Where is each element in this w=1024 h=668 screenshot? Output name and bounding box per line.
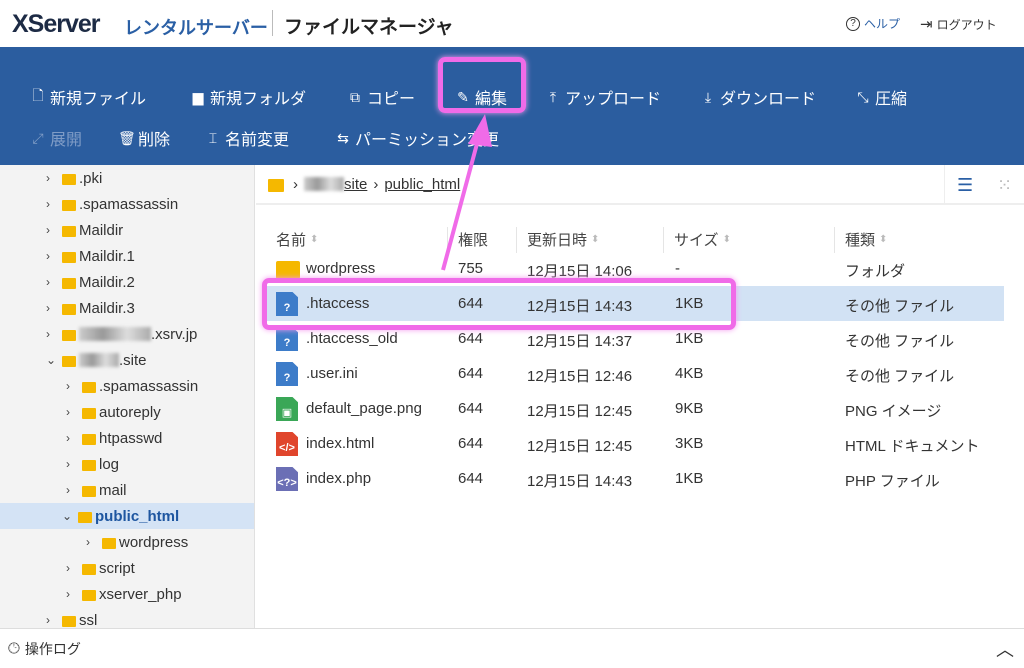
- annotation-arrow: [441, 114, 492, 271]
